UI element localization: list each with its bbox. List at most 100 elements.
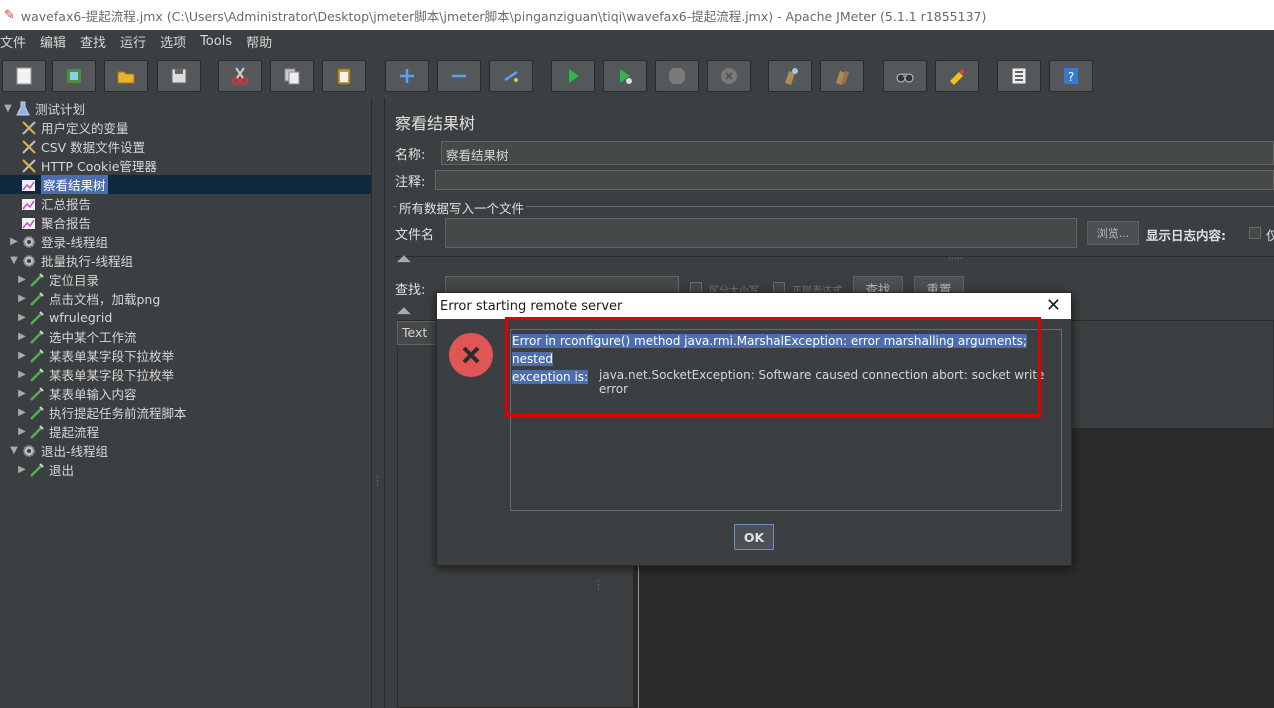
expanded-arrow-icon[interactable]: ▼ — [8, 445, 20, 456]
tree-node-label: 退出 — [49, 463, 75, 478]
tree-node[interactable]: ▶ 登录-线程组 — [0, 232, 371, 251]
tree-node[interactable]: ▼ 测试计划 — [0, 99, 371, 118]
paste-button[interactable] — [322, 60, 366, 92]
menu-options[interactable]: 选项 — [160, 32, 186, 51]
clear-button[interactable] — [768, 60, 812, 92]
menu-search[interactable]: 查找 — [80, 32, 106, 51]
menu-bar: 文件 编辑 查找 运行 选项 Tools 帮助 — [0, 30, 1274, 52]
tree-node[interactable]: ▶ 点击文档，加载png — [0, 289, 371, 308]
tree-node[interactable]: HTTP Cookie管理器 — [0, 156, 371, 175]
start-no-pause-icon — [620, 69, 633, 85]
collapse-arrows[interactable]: ◢◣ — [397, 254, 411, 264]
collapsed-arrow-icon[interactable]: ▶ — [16, 331, 28, 342]
paste-icon — [337, 68, 351, 85]
tree-node[interactable]: 汇总报告 — [0, 194, 371, 213]
divider-grip[interactable]: ····· — [948, 254, 962, 264]
start-button[interactable] — [551, 60, 595, 92]
collapsed-arrow-icon[interactable]: ▶ — [16, 369, 28, 380]
tree-node-label: 点击文档，加载png — [49, 292, 161, 307]
toggle-button[interactable] — [489, 60, 533, 92]
tree-node[interactable]: ▼ 退出-线程组 — [0, 441, 371, 460]
expand-all-button[interactable] — [385, 60, 429, 92]
collapsed-arrow-icon[interactable]: ▶ — [16, 312, 28, 323]
collapsed-arrow-icon[interactable]: ▶ — [16, 426, 28, 437]
name-label: 名称: — [395, 147, 426, 163]
function-helper-button[interactable] — [997, 60, 1041, 92]
tree-node-label: HTTP Cookie管理器 — [41, 159, 157, 174]
new-button[interactable] — [2, 60, 46, 92]
menu-file[interactable]: 文件 — [0, 32, 26, 51]
collapsed-arrow-icon[interactable]: ▶ — [16, 407, 28, 418]
tree-node-label: 登录-线程组 — [41, 235, 109, 250]
name-field[interactable]: 察看结果树 — [441, 141, 1274, 165]
sampler-icon — [28, 423, 46, 441]
open-button[interactable] — [104, 60, 148, 92]
clear-all-button[interactable] — [820, 60, 864, 92]
save-icon — [171, 68, 187, 84]
menu-run[interactable]: 运行 — [120, 32, 146, 51]
start-no-pauses-button[interactable] — [603, 60, 647, 92]
expanded-arrow-icon[interactable]: ▼ — [8, 255, 20, 266]
browse-button[interactable]: 浏览... — [1087, 221, 1139, 245]
help-icon: ? — [1064, 68, 1078, 84]
tree-node[interactable]: 聚合报告 — [0, 213, 371, 232]
comment-field[interactable] — [435, 170, 1274, 190]
shutdown-button[interactable] — [707, 60, 751, 92]
menu-help[interactable]: 帮助 — [246, 32, 272, 51]
stop-button[interactable] — [655, 60, 699, 92]
collapsed-arrow-icon[interactable]: ▶ — [8, 236, 20, 247]
dialog-title: Error starting remote server — [440, 298, 623, 314]
tree-node[interactable]: ▼ 批量执行-线程组 — [0, 251, 371, 270]
collapsed-arrow-icon[interactable]: ▶ — [16, 464, 28, 475]
collapse-arrows-2[interactable]: ◢◣ — [397, 306, 411, 316]
collapsed-arrow-icon[interactable]: ▶ — [16, 350, 28, 361]
tree-node-label: 某表单某字段下拉枚举 — [49, 349, 175, 364]
reset-search-button[interactable] — [935, 60, 979, 92]
tree-node[interactable]: 察看结果树 — [0, 175, 371, 194]
collapsed-arrow-icon[interactable]: ▶ — [16, 388, 28, 399]
reset-search-icon — [950, 69, 965, 85]
ok-button[interactable]: OK — [734, 524, 774, 550]
tree-node-label: 用户定义的变量 — [41, 121, 129, 136]
tree-node[interactable]: ▶ 某表单输入内容 — [0, 384, 371, 403]
menu-edit[interactable]: 编辑 — [40, 32, 66, 51]
tree-node[interactable]: ▶ 某表单某字段下拉枚举 — [0, 346, 371, 365]
dialog-title-bar: Error starting remote server — [437, 293, 1071, 319]
filename-field[interactable] — [445, 218, 1077, 248]
cut-button[interactable] — [218, 60, 262, 92]
listener-icon — [20, 195, 38, 213]
help-button[interactable]: ? — [1049, 60, 1093, 92]
tree-node[interactable]: ▶ 退出 — [0, 460, 371, 479]
tree-node[interactable]: ▶ 执行提起任务前流程脚本 — [0, 403, 371, 422]
inner-splitter-grip[interactable]: · · · — [597, 578, 600, 595]
tree-node[interactable]: ▶ 定位目录 — [0, 270, 371, 289]
templates-button[interactable] — [52, 60, 96, 92]
tree-node[interactable]: ▶ wfrulegrid — [0, 308, 371, 327]
log-content-tail: 仅 — [1266, 228, 1274, 243]
log-errors-checkbox[interactable] — [1249, 227, 1261, 239]
open-icon — [117, 71, 135, 84]
comment-row: 注释: — [395, 168, 425, 192]
toolbar: ? — [0, 54, 1274, 98]
collapse-all-button[interactable] — [437, 60, 481, 92]
tree-node[interactable]: ▶ 提起流程 — [0, 422, 371, 441]
tree-node[interactable]: 用户定义的变量 — [0, 118, 371, 137]
expanded-arrow-icon[interactable]: ▼ — [2, 103, 14, 114]
menu-tools[interactable]: Tools — [200, 34, 232, 49]
clear-all-icon — [836, 71, 849, 85]
split-pane-divider[interactable]: · · · — [371, 98, 385, 708]
tree-node[interactable]: ▶ 某表单某字段下拉枚举 — [0, 365, 371, 384]
close-icon[interactable]: ✕ — [1046, 295, 1061, 316]
tree-node[interactable]: CSV 数据文件设置 — [0, 137, 371, 156]
config-icon — [20, 119, 38, 137]
renderer-select[interactable]: Text — [397, 321, 437, 345]
collapsed-arrow-icon[interactable]: ▶ — [16, 274, 28, 285]
new-icon — [16, 67, 32, 85]
save-button[interactable] — [157, 60, 201, 92]
tree-node[interactable]: ▶ 选中某个工作流 — [0, 327, 371, 346]
copy-button[interactable] — [270, 60, 314, 92]
test-plan-tree[interactable]: ▼ 测试计划用户定义的变量 CSV 数据文件设置 HTTP Cookie管理器 察看结果… — [0, 98, 371, 708]
collapsed-arrow-icon[interactable]: ▶ — [16, 293, 28, 304]
search-button[interactable] — [883, 60, 927, 92]
shutdown-icon — [721, 68, 737, 84]
